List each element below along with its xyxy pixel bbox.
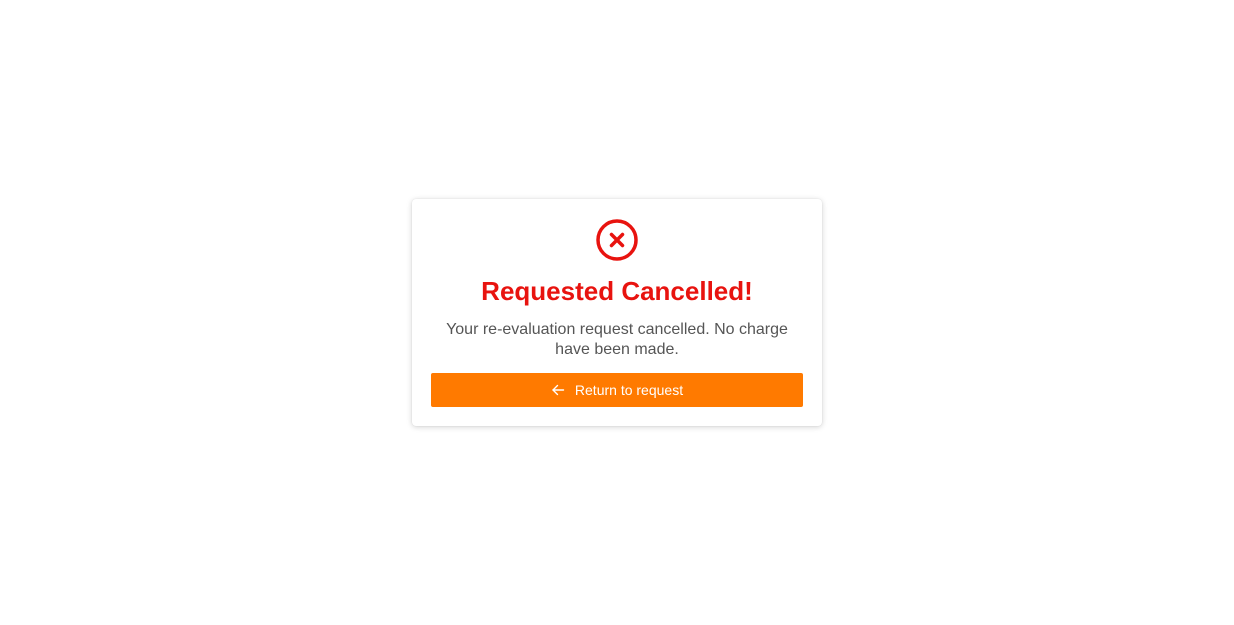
cancellation-dialog: Requested Cancelled! Your re-evaluation … bbox=[412, 199, 822, 426]
dialog-title: Requested Cancelled! bbox=[481, 276, 753, 306]
circle-x-icon bbox=[595, 218, 639, 262]
return-to-request-button[interactable]: Return to request bbox=[431, 373, 803, 407]
page: Requested Cancelled! Your re-evaluation … bbox=[0, 0, 1234, 625]
arrow-left-icon bbox=[551, 383, 565, 397]
return-to-request-label: Return to request bbox=[574, 382, 684, 398]
dialog-message: Your re-evaluation request cancelled. No… bbox=[446, 321, 788, 358]
